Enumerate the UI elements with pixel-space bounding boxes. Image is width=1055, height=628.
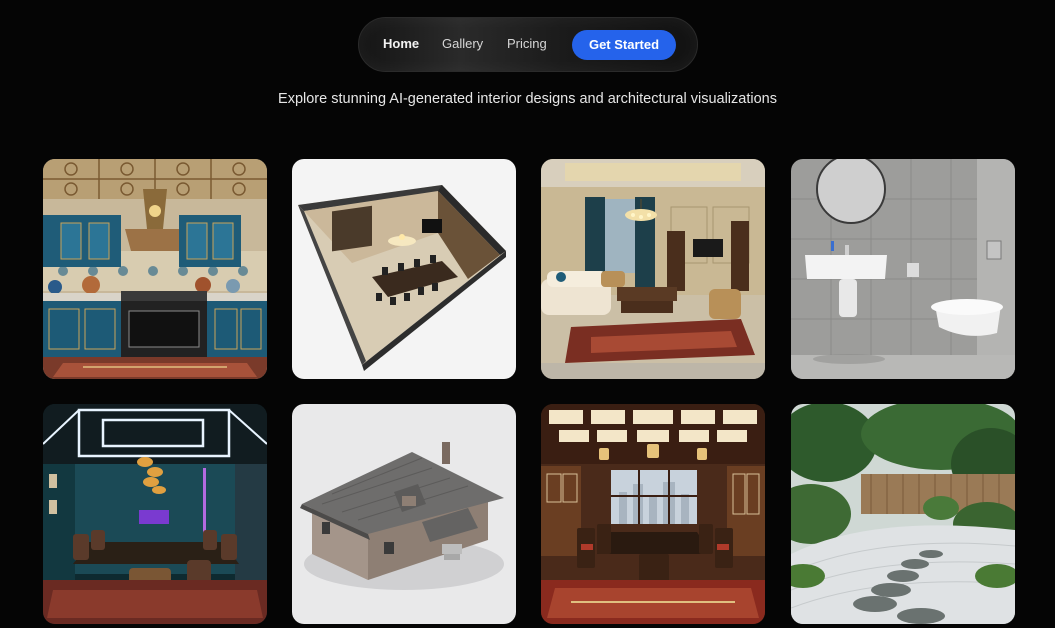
conference-room-image [43,404,267,624]
asian-dining-image [541,404,765,624]
living-room-image [541,159,765,379]
gallery-card-bathroom[interactable] [791,159,1015,379]
gallery-card-conference-room[interactable] [43,404,267,624]
gallery-page: Home Gallery Pricing Get Started Explore… [0,0,1055,628]
kitchen-image [43,159,267,379]
gallery-card-house-model[interactable] [292,404,516,624]
bathroom-image [791,159,1015,379]
gallery-card-asian-dining[interactable] [541,404,765,624]
gallery-card-zen-garden[interactable] [791,404,1015,624]
gallery-card-kitchen[interactable] [43,159,267,379]
nav-home-link[interactable]: Home [383,36,419,51]
nav-pricing-link[interactable]: Pricing [507,36,547,51]
gallery-card-living-room[interactable] [541,159,765,379]
floorplan-image [292,159,516,379]
zen-garden-image [791,404,1015,624]
page-tagline: Explore stunning AI-generated interior d… [278,91,777,107]
house-model-image [292,404,516,624]
gallery-card-floorplan[interactable] [292,159,516,379]
nav-gallery-link[interactable]: Gallery [442,36,483,51]
get-started-button[interactable]: Get Started [572,30,676,60]
top-nav: Home Gallery Pricing Get Started [358,17,698,72]
